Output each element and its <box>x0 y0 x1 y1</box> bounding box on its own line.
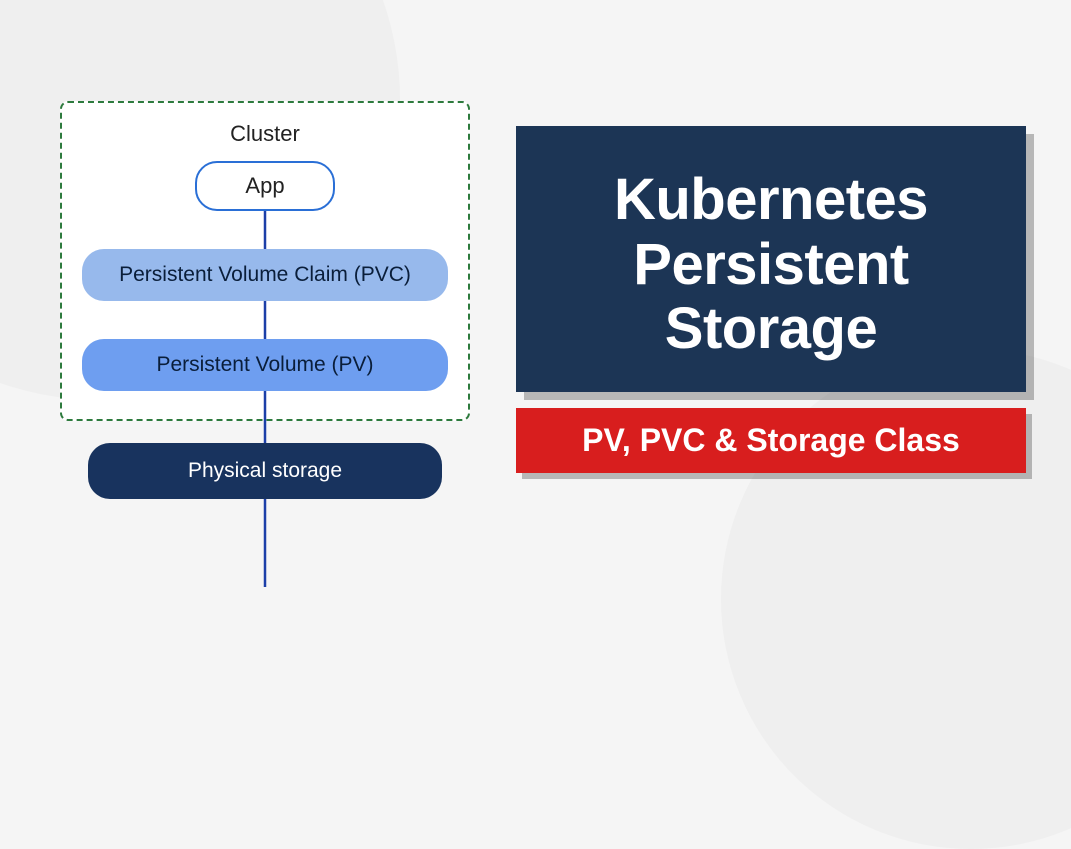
main-title: Kubernetes Persistent Storage <box>540 168 1002 363</box>
title-line-1: Kubernetes <box>614 167 928 232</box>
architecture-diagram: Cluster App Persistent Volume Claim (PVC… <box>60 101 470 499</box>
title-card: Kubernetes Persistent Storage <box>516 126 1026 393</box>
title-line-3: Storage <box>665 296 877 361</box>
subtitle-card: PV, PVC & Storage Class <box>516 408 1026 473</box>
physical-storage-box: Physical storage <box>88 443 442 499</box>
title-panel: Kubernetes Persistent Storage PV, PVC & … <box>516 126 1026 474</box>
app-box: App <box>195 161 335 211</box>
cluster-label: Cluster <box>82 121 448 147</box>
cluster-box: Cluster App Persistent Volume Claim (PVC… <box>60 101 470 421</box>
diagram-container: Cluster App Persistent Volume Claim (PVC… <box>0 0 1071 599</box>
pv-box: Persistent Volume (PV) <box>82 339 448 391</box>
pvc-box: Persistent Volume Claim (PVC) <box>82 249 448 301</box>
title-line-2: Persistent <box>633 232 908 297</box>
